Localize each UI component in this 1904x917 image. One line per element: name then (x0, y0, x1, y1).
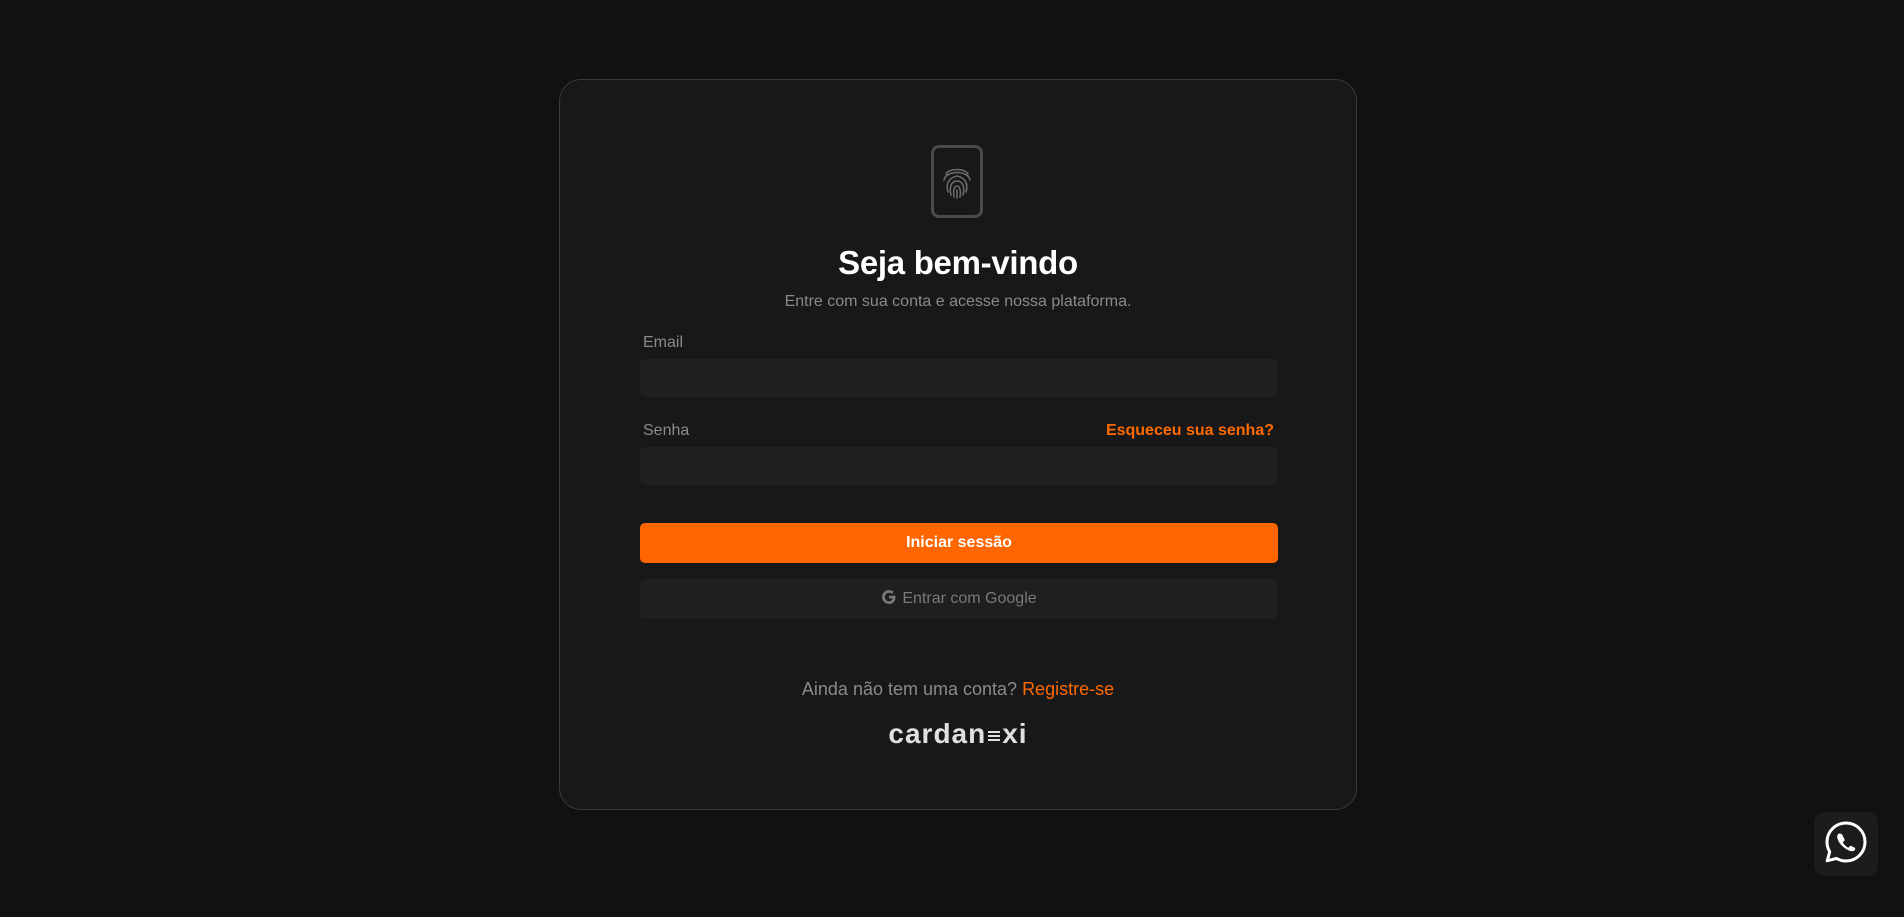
whatsapp-icon (1823, 819, 1869, 870)
email-field[interactable] (640, 359, 1278, 397)
email-label: Email (643, 334, 684, 351)
brand-name-part1: cardan (888, 718, 987, 749)
password-label: Senha (643, 422, 690, 439)
brand-name-part2: xi (1002, 718, 1028, 749)
register-prompt: Ainda não tem uma conta? (801, 679, 1018, 699)
register-link[interactable]: Registre-se (1022, 679, 1114, 699)
brand-lines-icon (988, 730, 1001, 741)
login-card: Seja bem-vindo Entre com sua conta e ace… (559, 79, 1357, 810)
whatsapp-support-button[interactable] (1814, 812, 1878, 876)
page-title: Seja bem-vindo (838, 244, 1078, 281)
brand-logo: cardan xi (560, 718, 1356, 750)
forgot-password-link[interactable]: Esqueceu sua senha? (1106, 422, 1274, 440)
fingerprint-icon (931, 145, 983, 218)
password-field[interactable] (640, 447, 1278, 485)
login-button[interactable]: Iniciar sessão (640, 523, 1278, 563)
google-icon (881, 589, 897, 610)
page-subtitle: Entre com sua conta e acesse nossa plata… (784, 293, 1132, 310)
google-login-button[interactable]: Entrar com Google (640, 579, 1278, 619)
google-login-label: Entrar com Google (902, 590, 1037, 607)
register-row: Ainda não tem uma conta? Registre-se (560, 679, 1356, 700)
